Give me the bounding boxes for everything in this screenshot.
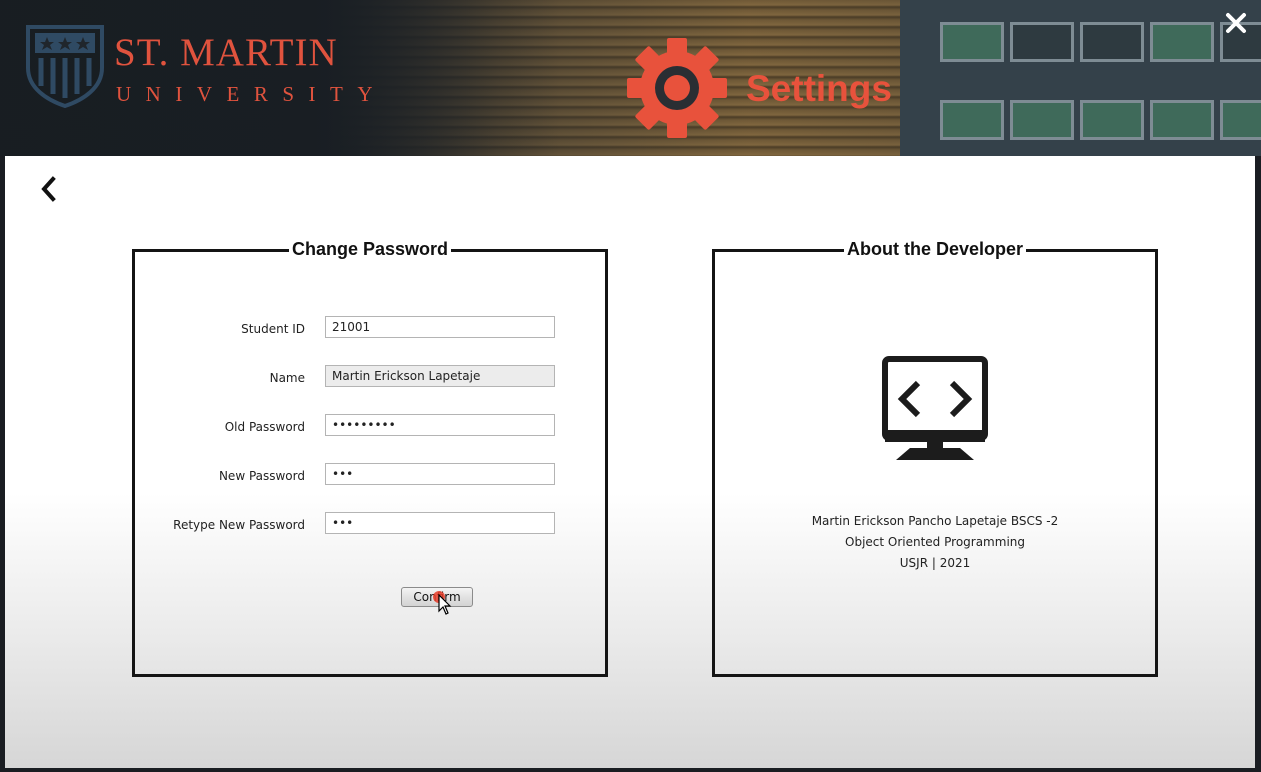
settings-content: Change Password Student ID 21001 Name Ma… (5, 156, 1255, 768)
new-password-row: New Password (135, 465, 305, 489)
about-developer-title: About the Developer (843, 239, 1027, 259)
about-title-wrap: About the Developer (715, 239, 1155, 260)
page-title: Settings (746, 68, 892, 109)
new-password-field[interactable]: ••• (325, 463, 555, 485)
developer-school-year: USJR | 2021 (899, 556, 971, 570)
retype-password-field[interactable]: ••• (325, 512, 555, 534)
new-password-label: New Password (218, 469, 305, 483)
developer-name: Martin Erickson Pancho Lapetaje BSCS -2 (811, 514, 1059, 528)
shield-logo-icon (26, 25, 104, 108)
name-label: Name (269, 371, 305, 385)
header-building-image (900, 0, 1261, 156)
developer-course: Object Oriented Programming (845, 535, 1025, 549)
app-header: ST. MARTIN UNIVERSITY Settings (0, 0, 1261, 156)
change-password-title: Change Password (288, 239, 452, 259)
about-developer-panel: About the Developer Martin Erickson Panc… (712, 239, 1158, 677)
retype-password-label: Retype New Password (173, 518, 305, 532)
old-password-row: Old Password (135, 416, 305, 440)
gear-icon (627, 38, 727, 138)
retype-password-row: Retype New Password (135, 514, 305, 538)
name-field[interactable]: Martin Erickson Lapetaje (325, 365, 555, 387)
change-password-panel: Change Password Student ID 21001 Name Ma… (132, 239, 608, 677)
code-monitor-icon (882, 356, 988, 460)
logo-name: ST. MARTIN (114, 31, 338, 74)
mouse-cursor-icon (438, 594, 452, 615)
student-id-field[interactable]: 21001 (325, 316, 555, 338)
change-password-title-wrap: Change Password (135, 239, 605, 260)
logo-subtitle: UNIVERSITY (116, 82, 387, 106)
back-button[interactable] (37, 174, 61, 204)
student-id-label: Student ID (241, 322, 305, 336)
close-icon (1226, 13, 1246, 33)
old-password-field[interactable]: ••••••••• (325, 414, 555, 436)
close-button[interactable] (1222, 9, 1250, 37)
student-id-row: Student ID (135, 318, 305, 342)
name-row: Name (135, 367, 305, 391)
old-password-label: Old Password (224, 420, 305, 434)
